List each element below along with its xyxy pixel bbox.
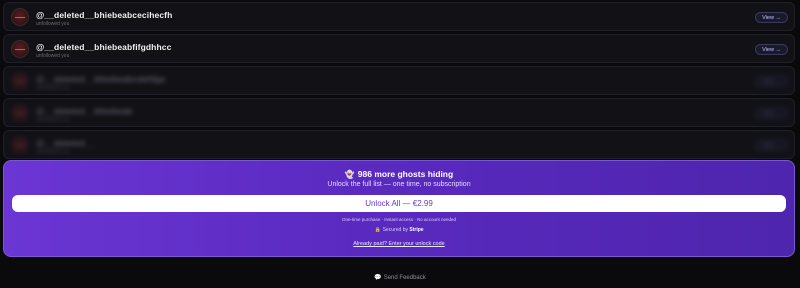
unlock-code-link[interactable]: Already paid? Enter your unlock code	[4, 241, 794, 247]
avatar	[11, 40, 29, 58]
secured-prefix: Secured by	[382, 227, 408, 233]
view-button[interactable]: View →	[755, 12, 788, 23]
ghost-list: @__deleted__bhiebeabcecihecfh unfollowed…	[3, 2, 795, 162]
send-feedback-label: Send Feedback	[383, 275, 426, 281]
username: @__deleted__bhiebeab	[36, 106, 133, 116]
secured-by: 🔒 Secured by Stripe	[4, 227, 794, 233]
stripe-brand: Stripe	[409, 227, 424, 233]
avatar	[11, 72, 29, 90]
chat-bubble-icon: 💬	[374, 275, 382, 281]
avatar	[11, 8, 29, 26]
status-text: unfollowed you	[36, 21, 70, 27]
status-text: unfollowed you	[36, 149, 70, 155]
username: @__deleted__bhiebeabcecihecfh	[36, 10, 173, 20]
lock-icon: 🔒	[374, 227, 381, 233]
unlock-paywall: 👻 986 more ghosts hiding Unlock the full …	[3, 160, 795, 257]
view-button: View →	[755, 76, 788, 87]
paywall-title-text: 986 more ghosts hiding	[357, 169, 454, 179]
view-button: View →	[755, 140, 788, 151]
paywall-subtitle: Unlock the full list — one time, no subs…	[327, 181, 471, 188]
locked-list-item: @__deleted__ unfollowed you View →	[3, 130, 795, 159]
list-item: @__deleted__bhiebeabfifgdhhcc unfollowed…	[3, 34, 795, 63]
avatar	[11, 136, 29, 154]
paywall-title: 👻 986 more ghosts hiding	[4, 169, 794, 179]
list-item: @__deleted__bhiebeabcecihecfh unfollowed…	[3, 2, 795, 31]
fine-print: One-time purchase · Instant access · No …	[341, 217, 457, 222]
locked-list-item: @__deleted__bhiebeab unfollowed you View…	[3, 98, 795, 127]
locked-list-item: @__deleted__bhiebeabcdehfge unfollowed y…	[3, 66, 795, 95]
ghost-icon: 👻	[344, 170, 355, 179]
status-text: unfollowed you	[36, 85, 70, 91]
send-feedback-link[interactable]: 💬 Send Feedback	[0, 274, 800, 281]
unlock-all-button[interactable]: Unlock All — €2.99	[12, 195, 786, 212]
username: @__deleted__bhiebeabcdehfge	[36, 74, 166, 84]
view-button[interactable]: View →	[755, 44, 788, 55]
username: @__deleted__bhiebeabfifgdhhcc	[36, 42, 172, 52]
username: @__deleted__	[36, 138, 95, 148]
avatar	[11, 104, 29, 122]
status-text: unfollowed you	[36, 117, 70, 123]
view-button: View →	[755, 108, 788, 119]
status-text: unfollowed you	[36, 53, 70, 59]
